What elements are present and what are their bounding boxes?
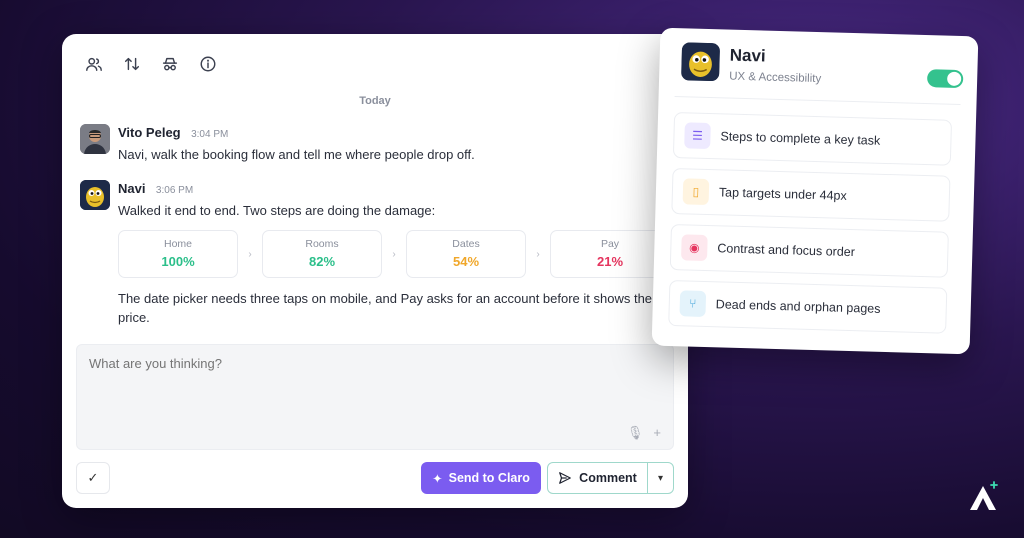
chat-toolbar <box>84 54 218 74</box>
avatar <box>80 180 110 210</box>
comment-label: Comment <box>579 471 637 485</box>
send-icon <box>559 472 572 484</box>
message-time: 3:04 PM <box>191 129 229 140</box>
comment-button-group: Comment ▾ <box>547 462 674 494</box>
chevron-right-icon: › <box>248 248 252 260</box>
chat-panel: ✕ Today Vito Peleg 3:04 PM Navi, walk th… <box>62 34 688 508</box>
funnel-step-label: Dates <box>452 238 480 250</box>
funnel-steps: Home 100% › Rooms 82% › Dates 54% › Pay … <box>118 230 670 278</box>
funnel-step-label: Rooms <box>305 238 339 250</box>
check-icon: ✓ <box>87 470 99 485</box>
composer-actions: ✓ ✦ Send to Claro Comment ▾ <box>76 462 674 494</box>
brand-logo <box>970 481 998 510</box>
sparkle-icon: ✦ <box>432 471 443 486</box>
skill-item[interactable]: ▯ Tap targets under 44px <box>671 168 951 222</box>
skill-label: Dead ends and orphan pages <box>715 297 881 316</box>
skill-item[interactable]: ☰ Steps to complete a key task <box>672 112 953 166</box>
message-author: Vito Peleg <box>118 125 181 140</box>
people-icon[interactable] <box>84 54 104 74</box>
message-text: Walked it end to end. Two steps are doin… <box>118 203 436 218</box>
chevron-right-icon: › <box>392 248 396 260</box>
message-text: Navi, walk the booking flow and tell me … <box>118 147 475 162</box>
incognito-icon[interactable] <box>160 54 180 74</box>
funnel-step-value: 54% <box>452 254 480 269</box>
sort-icon[interactable] <box>122 54 142 74</box>
funnel-step-label: Home <box>163 238 192 250</box>
funnel-step-value: 21% <box>596 254 624 269</box>
chevron-down-icon[interactable]: ▾ <box>647 463 673 493</box>
funnel-step-value: 82% <box>308 254 336 269</box>
comment-input[interactable] <box>89 356 649 371</box>
agent-role: UX & Accessibility <box>728 70 822 86</box>
day-separator: Today <box>359 95 391 107</box>
skill-label: Tap targets under 44px <box>718 185 847 203</box>
skill-label: Steps to complete a key task <box>720 129 881 148</box>
avatar <box>681 42 721 82</box>
funnel-step-home: Home 100% <box>118 230 238 278</box>
toggle-knob <box>946 71 962 87</box>
funnel-step-dates: Dates 54% <box>406 230 526 278</box>
message-time: 3:06 PM <box>155 185 194 196</box>
phone-icon: ▯ <box>682 178 710 206</box>
send-to-claro-label: Send to Claro <box>448 471 530 485</box>
message-author: Navi <box>118 181 146 196</box>
checklist-icon: ☰ <box>684 122 711 150</box>
funnel-step-value: 100% <box>161 254 195 269</box>
skill-label: Contrast and focus order <box>717 241 856 260</box>
info-icon[interactable] <box>198 54 218 74</box>
eye-icon: ◉ <box>681 234 708 262</box>
funnel-step-label: Pay <box>600 238 620 250</box>
agent-enabled-toggle[interactable] <box>926 69 964 89</box>
comment-button[interactable]: Comment <box>548 463 647 493</box>
branch-icon: ⑂ <box>679 290 707 317</box>
agent-name: Navi <box>729 45 766 66</box>
skill-item[interactable]: ◉ Contrast and focus order <box>669 223 949 278</box>
skill-item[interactable]: ⑂ Dead ends and orphan pages <box>668 279 948 334</box>
plus-icon[interactable]: + <box>653 425 661 441</box>
microphone-icon[interactable]: 🎙 <box>627 425 644 441</box>
message-followup: The date picker needs three taps on mobi… <box>118 291 653 325</box>
funnel-step-rooms: Rooms 82% <box>262 230 382 278</box>
send-to-claro-button[interactable]: ✦ Send to Claro <box>421 462 541 494</box>
chevron-right-icon: › <box>536 248 540 260</box>
composer: 🎙 + <box>76 344 674 450</box>
agent-card: Navi UX & Accessibility ☰ Steps to compl… <box>651 27 979 355</box>
funnel-step-pay: Pay 21% <box>550 230 670 278</box>
avatar <box>80 124 110 154</box>
resolve-button[interactable]: ✓ <box>76 462 110 494</box>
divider <box>674 96 961 106</box>
